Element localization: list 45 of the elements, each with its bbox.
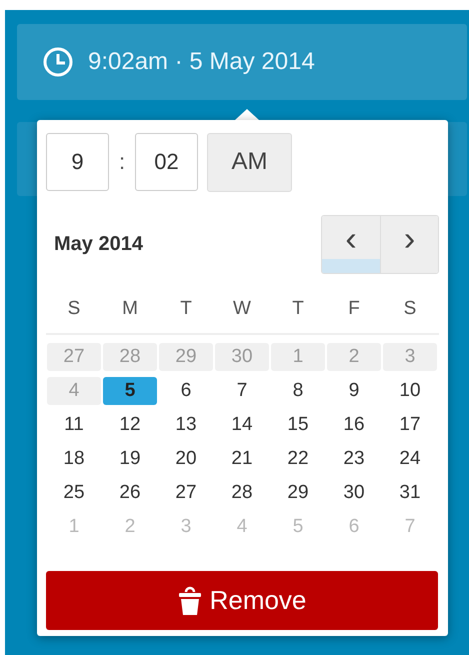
- weekday-label: T: [179, 297, 193, 321]
- minute-field[interactable]: 02: [135, 133, 198, 191]
- day-cell[interactable]: 28: [215, 479, 269, 507]
- day-cell[interactable]: 9: [327, 377, 381, 405]
- clock-icon: [42, 46, 74, 78]
- day-cell[interactable]: 11: [47, 411, 101, 439]
- remove-button[interactable]: Remove: [46, 571, 438, 630]
- day-cell[interactable]: 31: [383, 479, 437, 507]
- day-cell[interactable]: 22: [271, 445, 325, 473]
- weekday-label: F: [347, 297, 361, 321]
- day-cell[interactable]: 10: [383, 377, 437, 405]
- time-separator: :: [118, 149, 126, 175]
- day-cell[interactable]: 30: [327, 479, 381, 507]
- day-cell[interactable]: 23: [327, 445, 381, 473]
- day-cell[interactable]: 8: [271, 377, 325, 405]
- day-cell[interactable]: 20: [159, 445, 213, 473]
- day-cell[interactable]: 6: [159, 377, 213, 405]
- trash-icon: [178, 586, 202, 616]
- day-cell[interactable]: 16: [327, 411, 381, 439]
- day-cell[interactable]: 17: [383, 411, 437, 439]
- day-cell[interactable]: 29: [271, 479, 325, 507]
- day-cell[interactable]: 5: [103, 377, 157, 405]
- day-cell[interactable]: 21: [215, 445, 269, 473]
- weekday-label: T: [291, 297, 305, 321]
- month-title: May 2014: [54, 233, 143, 256]
- next-month-button[interactable]: ›: [380, 216, 438, 273]
- hour-field[interactable]: 9: [46, 133, 109, 191]
- summary-text: 9:02am · 5 May 2014: [88, 48, 315, 76]
- weekday-label: M: [121, 297, 139, 321]
- day-cell[interactable]: 26: [103, 479, 157, 507]
- day-cell[interactable]: 18: [47, 445, 101, 473]
- day-cell[interactable]: 7: [215, 377, 269, 405]
- weekday-label: S: [66, 297, 82, 321]
- day-cell[interactable]: 12: [103, 411, 157, 439]
- day-cell[interactable]: 15: [271, 411, 325, 439]
- day-cell[interactable]: 27: [159, 479, 213, 507]
- previous-month-button[interactable]: ‹: [322, 216, 380, 273]
- day-cell[interactable]: 13: [159, 411, 213, 439]
- meridiem-button[interactable]: AM: [207, 132, 292, 192]
- weekday-label: W: [232, 297, 252, 321]
- day-cell[interactable]: 14: [215, 411, 269, 439]
- day-cell[interactable]: 25: [47, 479, 101, 507]
- day-cell[interactable]: 19: [103, 445, 157, 473]
- weekday-label: S: [402, 297, 418, 321]
- day-cell[interactable]: 24: [383, 445, 437, 473]
